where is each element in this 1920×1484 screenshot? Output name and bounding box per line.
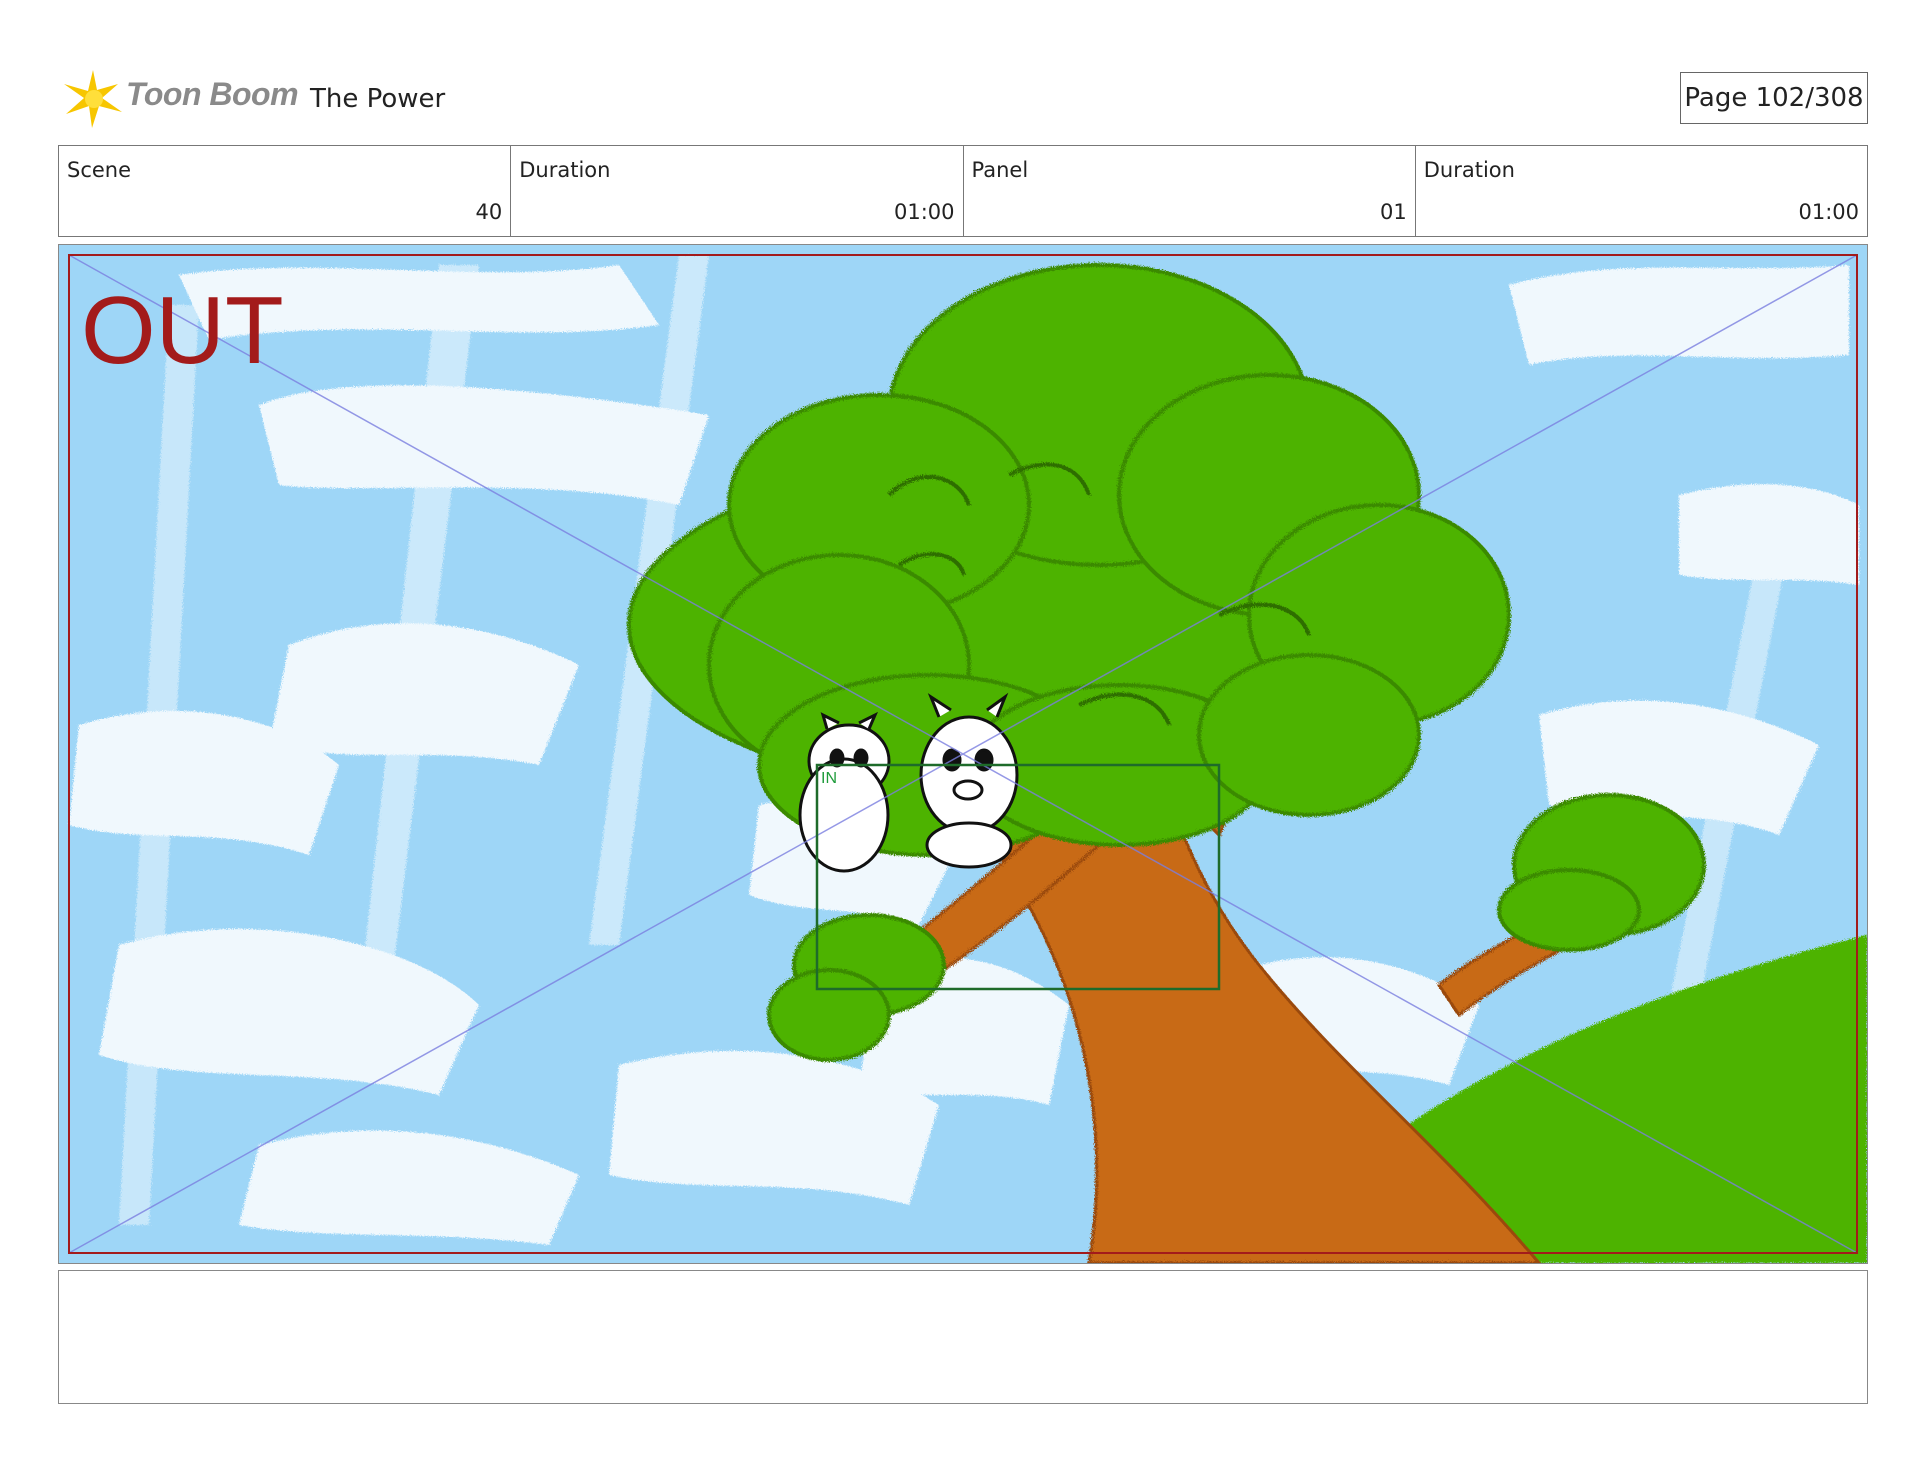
panel-label: Panel: [971, 158, 1029, 182]
panel-duration-cell: Duration 01:00: [1416, 146, 1867, 236]
page-indicator: Page 102/308: [1680, 72, 1868, 124]
panel-duration-value: 01:00: [1798, 200, 1859, 224]
out-label: OUT: [81, 277, 284, 384]
in-label: IN: [821, 770, 837, 787]
scene-value: 40: [475, 200, 503, 224]
panel-cell: Panel 01: [964, 146, 1416, 236]
scene-label: Scene: [67, 158, 132, 182]
toon-boom-logo-icon: [64, 70, 122, 128]
scene-info-table: Scene 40 Duration 01:00 Panel 01 Duratio…: [58, 145, 1868, 237]
project-title: The Power: [310, 84, 446, 114]
storyboard-panel: OUT IN: [58, 244, 1868, 1264]
panel-value: 01: [1380, 200, 1407, 224]
scene-duration-value: 01:00: [893, 200, 955, 224]
panel-notes-area[interactable]: [58, 1270, 1868, 1404]
scene-cell: Scene 40: [59, 146, 512, 236]
brand-name: Toon Boom: [126, 76, 299, 112]
scene-duration-label: Duration: [519, 158, 611, 182]
scene-duration-cell: Duration 01:00: [511, 146, 964, 236]
panel-duration-label: Duration: [1423, 158, 1515, 182]
panel-artwork: OUT IN: [59, 245, 1867, 1263]
